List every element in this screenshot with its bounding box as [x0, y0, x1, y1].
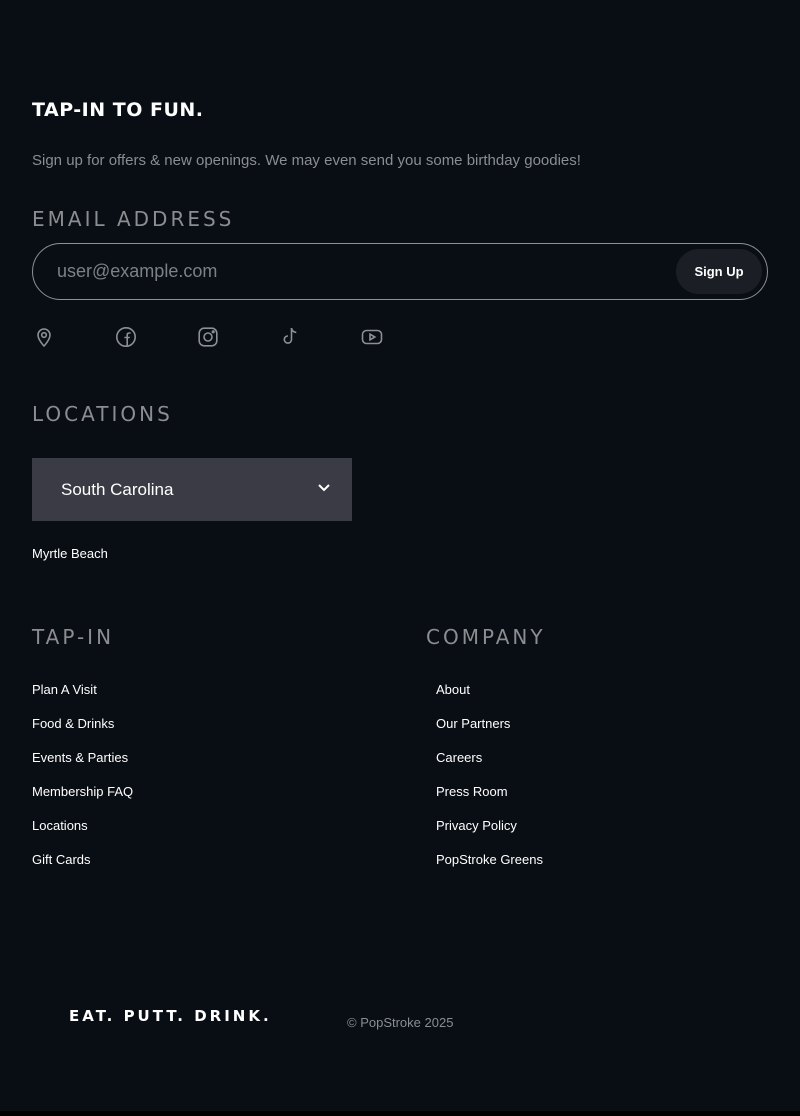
link-gift-cards[interactable]: Gift Cards [32, 852, 133, 886]
youtube-icon[interactable] [360, 325, 384, 349]
link-about[interactable]: About [436, 682, 543, 716]
social-links [32, 325, 392, 349]
footer-section: TAP-IN TO FUN. Sign up for offers & new … [0, 0, 800, 1116]
company-heading: COMPANY [426, 625, 546, 649]
location-pin-icon[interactable] [32, 325, 56, 349]
company-links: About Our Partners Careers Press Room Pr… [436, 682, 543, 886]
locations-label: LOCATIONS [32, 402, 173, 426]
sign-up-button[interactable]: Sign Up [676, 249, 762, 294]
tap-in-links: Plan A Visit Food & Drinks Events & Part… [32, 682, 133, 886]
email-form: Sign Up [32, 243, 768, 300]
email-input[interactable] [57, 261, 676, 282]
link-membership-faq[interactable]: Membership FAQ [32, 784, 133, 818]
link-locations[interactable]: Locations [32, 818, 133, 852]
footer-tagline: EAT. PUTT. DRINK. [69, 1007, 272, 1025]
location-link-myrtle-beach[interactable]: Myrtle Beach [32, 546, 108, 561]
link-careers[interactable]: Careers [436, 750, 543, 784]
link-popstroke-greens[interactable]: PopStroke Greens [436, 852, 543, 886]
newsletter-headline: TAP-IN TO FUN. [32, 99, 204, 121]
link-our-partners[interactable]: Our Partners [436, 716, 543, 750]
newsletter-subline: Sign up for offers & new openings. We ma… [32, 152, 581, 169]
copyright-text: © PopStroke 2025 [347, 1015, 454, 1030]
link-food-drinks[interactable]: Food & Drinks [32, 716, 133, 750]
link-plan-a-visit[interactable]: Plan A Visit [32, 682, 133, 716]
tiktok-icon[interactable] [278, 325, 302, 349]
facebook-icon[interactable] [114, 325, 138, 349]
link-events-parties[interactable]: Events & Parties [32, 750, 133, 784]
link-press-room[interactable]: Press Room [436, 784, 543, 818]
email-label: EMAIL ADDRESS [32, 207, 235, 231]
link-privacy-policy[interactable]: Privacy Policy [436, 818, 543, 852]
bottom-bar [0, 1111, 800, 1116]
instagram-icon[interactable] [196, 325, 220, 349]
tap-in-heading: TAP-IN [32, 625, 115, 649]
state-select[interactable]: South Carolina [32, 458, 352, 521]
state-select-value: South Carolina [61, 479, 174, 499]
chevron-down-icon [316, 479, 332, 500]
